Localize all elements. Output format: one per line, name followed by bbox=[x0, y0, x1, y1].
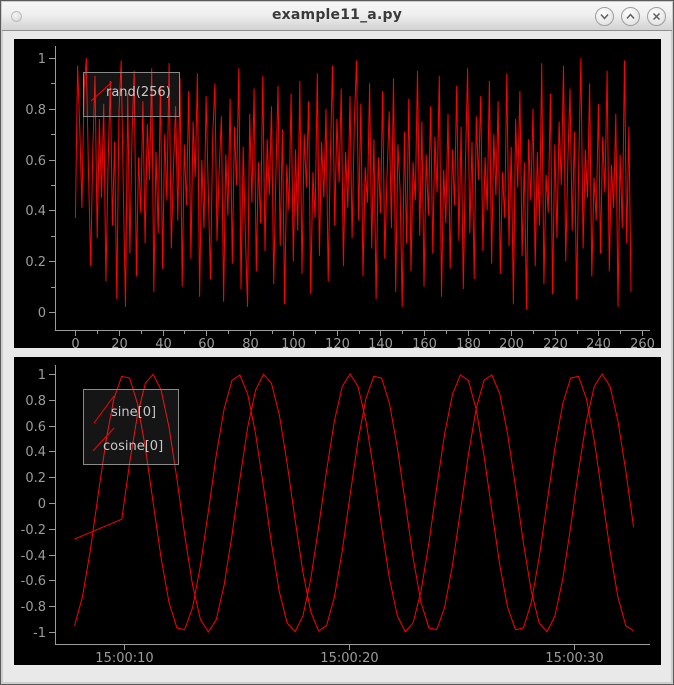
x-tick-label: 20 bbox=[111, 337, 128, 348]
y-tick-label: 0.6 bbox=[25, 420, 46, 435]
y-tick-label: 0.2 bbox=[25, 471, 46, 486]
y-tick-label: -0.2 bbox=[21, 523, 46, 538]
window-title: example11_a.py bbox=[2, 7, 672, 23]
x-tick-label: 15:00:30 bbox=[545, 651, 603, 665]
y-tick-label: 0 bbox=[38, 306, 46, 321]
x-tick-label: 100 bbox=[281, 337, 306, 348]
x-tick-label: 140 bbox=[368, 337, 393, 348]
x-tick-label: 60 bbox=[198, 337, 215, 348]
legend-label: cosine[0] bbox=[103, 439, 163, 454]
y-tick-label: 0.4 bbox=[25, 204, 46, 219]
y-tick-label: -0.8 bbox=[21, 600, 46, 615]
close-button[interactable] bbox=[647, 7, 666, 26]
plot-sine-cosine[interactable]: -1 -0.8 -0.6 -0.4 -0.2 0 0.2 0.4 0.6 0.8 1 15:00:10… bbox=[14, 357, 661, 665]
x-tick-label: 220 bbox=[543, 337, 568, 348]
x-tick-label: 180 bbox=[456, 337, 481, 348]
x-tick-label: 15:00:20 bbox=[320, 651, 378, 665]
legend[interactable]: sine[0] cosine[0] bbox=[84, 390, 179, 465]
y-tick-label: 0.4 bbox=[25, 445, 46, 460]
y-tick-label: 1 bbox=[38, 52, 46, 67]
y-tick-label: 0.2 bbox=[25, 255, 46, 270]
x-tick-label: 15:00:10 bbox=[95, 651, 153, 665]
maximize-button[interactable] bbox=[621, 7, 640, 26]
plot-canvas[interactable]: 0 0.2 0.4 0.6 0.8 1 0 20 40 60 80 100 120 140 160 180 20… bbox=[14, 39, 661, 348]
legend[interactable]: rand(256) bbox=[84, 73, 180, 117]
y-tick-label: 0.8 bbox=[25, 394, 46, 409]
chevron-up-icon bbox=[624, 10, 637, 23]
app-window: example11_a.py 00.20.40.60.8102040608010… bbox=[0, 0, 674, 685]
y-tick-label: -0.6 bbox=[21, 574, 46, 589]
plot-canvas[interactable]: -1 -0.8 -0.6 -0.4 -0.2 0 0.2 0.4 0.6 0.8 1 15:00:10… bbox=[14, 357, 661, 665]
x-tick-label: 120 bbox=[325, 337, 350, 348]
x-tick-label: 240 bbox=[586, 337, 611, 348]
y-tick-label: 0.6 bbox=[25, 154, 46, 169]
legend-label: rand(256) bbox=[106, 85, 171, 100]
x-tick-label: 200 bbox=[499, 337, 524, 348]
chevron-down-icon bbox=[598, 10, 611, 23]
x-tick-label: 260 bbox=[630, 337, 655, 348]
x-tick-label: 80 bbox=[242, 337, 259, 348]
x-tick-label: 0 bbox=[71, 337, 79, 348]
y-tick-label: 0 bbox=[38, 497, 46, 512]
shade-button[interactable] bbox=[595, 7, 614, 26]
titlebar[interactable]: example11_a.py bbox=[2, 2, 672, 31]
y-tick-label: 0.8 bbox=[25, 103, 46, 118]
plot-random-series[interactable]: 0 0.2 0.4 0.6 0.8 1 0 20 40 60 80 100 120 140 160 180 20… bbox=[14, 39, 661, 348]
window-controls bbox=[595, 7, 666, 26]
legend-label: sine[0] bbox=[111, 405, 156, 420]
y-tick-label: 1 bbox=[38, 368, 46, 383]
x-tick-label: 40 bbox=[155, 337, 172, 348]
y-tick-label: -1 bbox=[33, 626, 46, 641]
y-tick-label: -0.4 bbox=[21, 549, 46, 564]
x-tick-label: 160 bbox=[412, 337, 437, 348]
close-icon bbox=[650, 10, 663, 23]
